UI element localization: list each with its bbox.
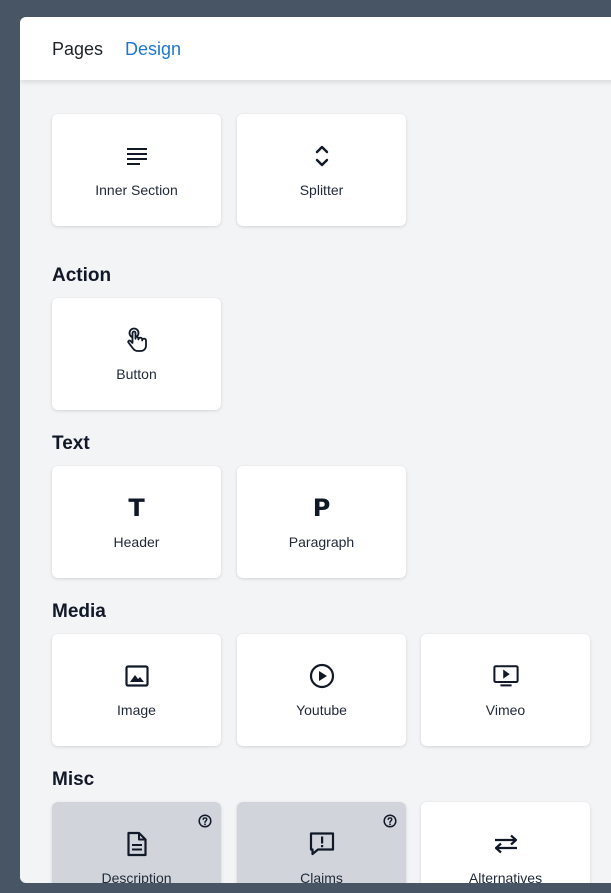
letter-p-icon: P: [312, 494, 331, 522]
block-label: Alternatives: [468, 870, 543, 883]
block-label: Description: [101, 870, 172, 883]
expand-vertical-icon: [309, 143, 335, 169]
panel-tabs: Pages Design: [20, 17, 611, 80]
pointer-hand-icon: [124, 327, 150, 353]
help-icon[interactable]: [383, 814, 397, 828]
block-label: Image: [117, 702, 156, 718]
alert-message-icon: [309, 831, 335, 857]
block-button[interactable]: Button: [52, 298, 221, 410]
lines-icon: [124, 143, 150, 169]
block-image[interactable]: Image: [52, 634, 221, 746]
image-icon: [124, 663, 150, 689]
block-vimeo[interactable]: Vimeo: [421, 634, 590, 746]
block-splitter[interactable]: Splitter: [237, 114, 406, 226]
section-title-text: Text: [52, 433, 90, 454]
swap-arrows-icon: [493, 831, 519, 857]
block-label: Button: [116, 366, 157, 382]
block-description[interactable]: Description: [52, 802, 221, 883]
block-label: Claims: [300, 870, 343, 883]
section-title-media: Media: [52, 601, 106, 622]
block-label: Inner Section: [95, 182, 178, 198]
block-library: Inner Section Splitter Action Button Tex…: [20, 80, 611, 883]
help-icon[interactable]: [198, 814, 212, 828]
block-alternatives[interactable]: Alternatives: [421, 802, 590, 883]
section-title-misc: Misc: [52, 769, 95, 790]
block-label: Vimeo: [485, 702, 526, 718]
block-label: Paragraph: [288, 534, 355, 550]
section-title-action: Action: [52, 265, 112, 286]
letter-t-icon: T: [128, 494, 145, 522]
design-panel: Pages Design Inner Section Splitter Acti…: [20, 17, 611, 883]
block-label: Youtube: [296, 702, 347, 718]
block-label: Splitter: [299, 182, 344, 198]
block-youtube[interactable]: Youtube: [237, 634, 406, 746]
screen-play-icon: [492, 663, 519, 689]
block-paragraph[interactable]: P Paragraph: [237, 466, 406, 578]
document-icon: [124, 831, 150, 857]
block-claims[interactable]: Claims: [237, 802, 406, 883]
tab-pages[interactable]: Pages: [52, 38, 103, 60]
block-header[interactable]: T Header: [52, 466, 221, 578]
play-circle-icon: [309, 663, 335, 689]
block-label: Header: [113, 534, 160, 550]
tab-design[interactable]: Design: [125, 38, 181, 60]
block-inner-section[interactable]: Inner Section: [52, 114, 221, 226]
